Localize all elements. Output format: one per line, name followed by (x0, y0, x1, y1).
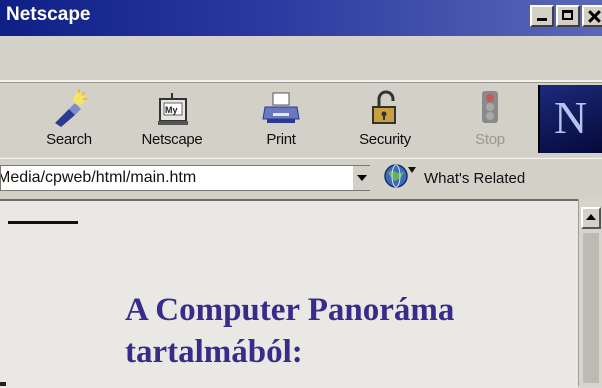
menu-bar (0, 36, 602, 82)
netscape-logo[interactable]: N (538, 85, 602, 153)
search-button[interactable]: Search (26, 89, 112, 148)
whats-related-icon (382, 163, 418, 194)
url-input[interactable]: Media/cpweb/html/main.htm (0, 165, 370, 191)
my-netscape-icon: My (124, 89, 220, 127)
window-title: Netscape (6, 4, 91, 25)
print-label: Print (266, 131, 296, 148)
whats-related-button[interactable]: What's Related (382, 163, 526, 194)
heading-line-2: tartalmából: (125, 334, 303, 370)
location-bar: Media/cpweb/html/main.htm What's Related (0, 158, 602, 200)
security-label: Security (359, 131, 411, 148)
printer-icon (238, 89, 324, 127)
stop-label: Stop (475, 131, 505, 148)
scroll-track[interactable] (583, 233, 599, 383)
minimize-button[interactable] (530, 5, 554, 27)
stop-icon (452, 89, 528, 127)
navigation-toolbar: Search My Netscape Print Security Stop (0, 82, 602, 157)
flashlight-icon (26, 89, 112, 127)
url-dropdown-button[interactable] (352, 166, 370, 190)
whats-related-label: What's Related (424, 169, 526, 187)
padlock-icon (338, 89, 432, 127)
search-label: Search (46, 131, 92, 148)
maximize-button[interactable] (556, 5, 580, 27)
content-marker (0, 382, 6, 386)
window-controls (530, 5, 602, 27)
svg-text:My: My (165, 105, 178, 115)
close-button[interactable] (582, 5, 602, 27)
stop-button[interactable]: Stop (452, 89, 528, 148)
print-button[interactable]: Print (238, 89, 324, 148)
title-bar: Netscape (0, 0, 602, 36)
my-netscape-label: Netscape (141, 131, 203, 148)
page-heading: A Computer Panoráma tartalmából: (125, 289, 575, 373)
page-content: A Computer Panoráma tartalmából: (0, 199, 578, 388)
scroll-up-button[interactable] (581, 207, 601, 229)
horizontal-rule (8, 221, 78, 224)
security-button[interactable]: Security (338, 89, 432, 148)
netscape-logo-letter: N (554, 92, 588, 143)
my-netscape-button[interactable]: My Netscape (124, 89, 220, 148)
vertical-scrollbar[interactable] (578, 199, 602, 386)
heading-line-1: A Computer Panoráma (125, 292, 455, 328)
